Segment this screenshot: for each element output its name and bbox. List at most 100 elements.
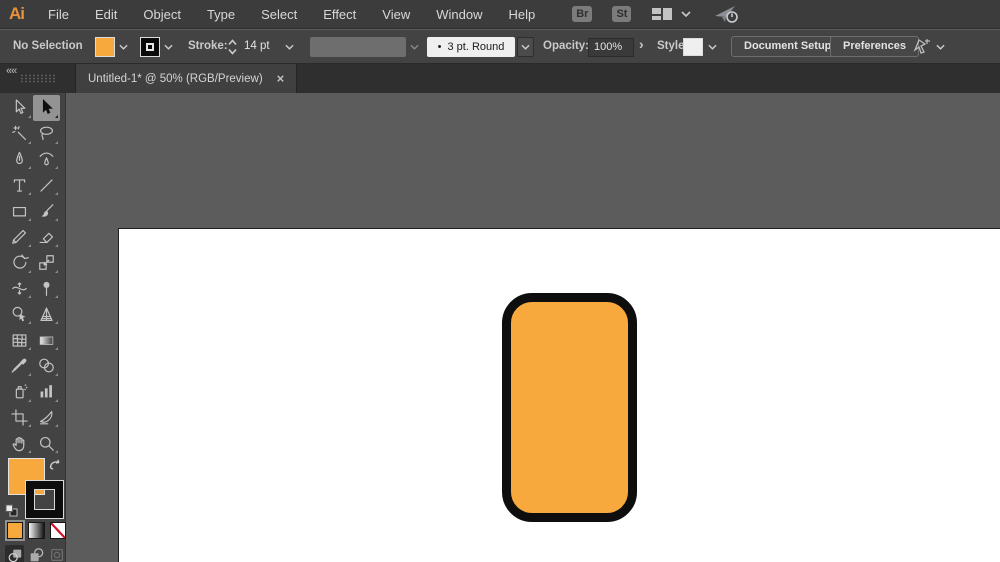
draw-normal-button[interactable]	[5, 545, 24, 562]
stroke-weight-chevron-icon[interactable]	[285, 44, 294, 50]
document-setup-button[interactable]: Document Setup	[731, 36, 844, 57]
menu-item-file[interactable]: File	[35, 0, 82, 29]
direct-selection-tool[interactable]	[33, 95, 60, 121]
menu-item-help[interactable]: Help	[495, 0, 548, 29]
workspace-layout-icon[interactable]	[651, 6, 673, 22]
paintbrush-tool[interactable]	[33, 198, 60, 224]
magic-wand-tool[interactable]	[6, 121, 33, 147]
curvature-tool[interactable]	[33, 147, 60, 173]
none-button[interactable]	[50, 522, 66, 539]
column-graph-tool[interactable]	[33, 379, 60, 405]
fill-color-swatch[interactable]	[95, 37, 115, 57]
stroke-chevron-icon[interactable]	[164, 44, 173, 50]
app-logo: Ai	[0, 4, 35, 24]
fill-chevron-icon[interactable]	[119, 44, 128, 50]
opacity-more-chevron[interactable]: ›	[639, 36, 644, 52]
profile-chevron-button[interactable]	[517, 37, 534, 57]
line-segment-tool[interactable]	[33, 172, 60, 198]
artboard[interactable]	[118, 228, 1000, 562]
selection-tool[interactable]	[6, 95, 33, 121]
lasso-tool-icon	[37, 124, 56, 143]
zoom-tool[interactable]	[33, 430, 60, 456]
width-tool-icon	[10, 279, 29, 298]
draw-inside-button	[47, 545, 66, 562]
menu-item-edit[interactable]: Edit	[82, 0, 130, 29]
zoom-tool-icon	[37, 434, 56, 453]
artboard-tool-icon	[10, 408, 29, 427]
stroke-label: Stroke:	[188, 40, 228, 52]
menu-item-view[interactable]: View	[369, 0, 423, 29]
document-tab[interactable]: Untitled-1* @ 50% (RGB/Preview) ×	[75, 64, 297, 93]
mesh-tool[interactable]	[6, 327, 33, 353]
document-tab-title: Untitled-1* @ 50% (RGB/Preview)	[88, 73, 263, 85]
rectangle-tool[interactable]	[6, 198, 33, 224]
mesh-tool-icon	[10, 331, 29, 350]
style-swatch[interactable]	[683, 38, 703, 56]
gradient-tool[interactable]	[33, 327, 60, 353]
workspace-chevron-icon[interactable]	[681, 11, 691, 17]
gradient-button[interactable]	[28, 522, 44, 539]
slice-tool[interactable]	[33, 405, 60, 431]
symbol-sprayer-tool[interactable]	[6, 379, 33, 405]
symbol-sprayer-tool-icon	[10, 382, 29, 401]
tab-close-icon[interactable]: ×	[277, 71, 285, 86]
toolbar-collapse-button[interactable]: ««	[6, 65, 16, 77]
scale-tool-icon	[37, 253, 56, 272]
default-fill-stroke-icon[interactable]	[5, 504, 18, 517]
isolate-chevron-icon[interactable]	[936, 44, 945, 50]
eyedropper-tool[interactable]	[6, 353, 33, 379]
stroke-weight-value[interactable]: 14 pt	[244, 40, 270, 52]
menu-item-effect[interactable]: Effect	[310, 0, 369, 29]
width-tool[interactable]	[6, 276, 33, 302]
bridge-button[interactable]: Br	[572, 6, 592, 22]
drawing-mode-buttons	[0, 545, 66, 562]
menu-item-select[interactable]: Select	[248, 0, 310, 29]
curvature-tool-icon	[37, 150, 56, 169]
blend-tool[interactable]	[33, 353, 60, 379]
artboard-tool[interactable]	[6, 405, 33, 431]
type-tool[interactable]	[6, 172, 33, 198]
scale-tool[interactable]	[33, 250, 60, 276]
perspective-grid-tool[interactable]	[33, 301, 60, 327]
isolate-selection-icon[interactable]	[911, 38, 933, 56]
draw-behind-button[interactable]	[26, 545, 45, 562]
menu-item-window[interactable]: Window	[423, 0, 495, 29]
menu-item-type[interactable]: Type	[194, 0, 248, 29]
selection-tool-icon	[10, 98, 29, 117]
lasso-tool[interactable]	[33, 121, 60, 147]
rotate-tool[interactable]	[6, 250, 33, 276]
pen-tool-icon	[10, 150, 29, 169]
shaper-tool-icon	[10, 227, 29, 246]
swap-fill-stroke-icon[interactable]	[48, 458, 61, 471]
opacity-input[interactable]: 100%	[588, 38, 634, 57]
eraser-tool[interactable]	[33, 224, 60, 250]
preferences-button[interactable]: Preferences	[830, 36, 919, 57]
menu-item-object[interactable]: Object	[130, 0, 194, 29]
fill-color-button[interactable]	[7, 522, 23, 539]
stroke-color-swatch[interactable]	[140, 37, 160, 57]
puppet-warp-tool[interactable]	[33, 276, 60, 302]
shape-builder-tool-icon	[10, 305, 29, 324]
tools-grid	[6, 95, 60, 456]
rounded-rectangle-shape[interactable]	[502, 293, 637, 522]
stock-button[interactable]: St	[612, 6, 631, 22]
eraser-tool-icon	[37, 227, 56, 246]
gradient-tool-icon	[37, 331, 56, 350]
variable-width-profile-dropdown[interactable]: • 3 pt. Round	[427, 37, 515, 57]
opacity-label: Opacity:	[543, 40, 589, 52]
brush-definition-dropdown[interactable]	[310, 37, 406, 57]
gpu-performance-icon[interactable]	[713, 4, 741, 24]
direct-selection-tool-icon	[37, 98, 56, 117]
hand-tool-icon	[10, 434, 29, 453]
toolbar-grip[interactable]	[20, 74, 56, 83]
shaper-tool[interactable]	[6, 224, 33, 250]
stroke-proxy-swatch[interactable]	[26, 481, 63, 518]
stroke-weight-stepper[interactable]	[227, 38, 238, 56]
color-mode-buttons	[0, 522, 66, 539]
shape-builder-tool[interactable]	[6, 301, 33, 327]
pen-tool[interactable]	[6, 147, 33, 173]
canvas-area[interactable]	[66, 93, 1000, 562]
style-chevron-icon[interactable]	[708, 44, 717, 50]
hand-tool[interactable]	[6, 430, 33, 456]
magic-wand-tool-icon	[10, 124, 29, 143]
